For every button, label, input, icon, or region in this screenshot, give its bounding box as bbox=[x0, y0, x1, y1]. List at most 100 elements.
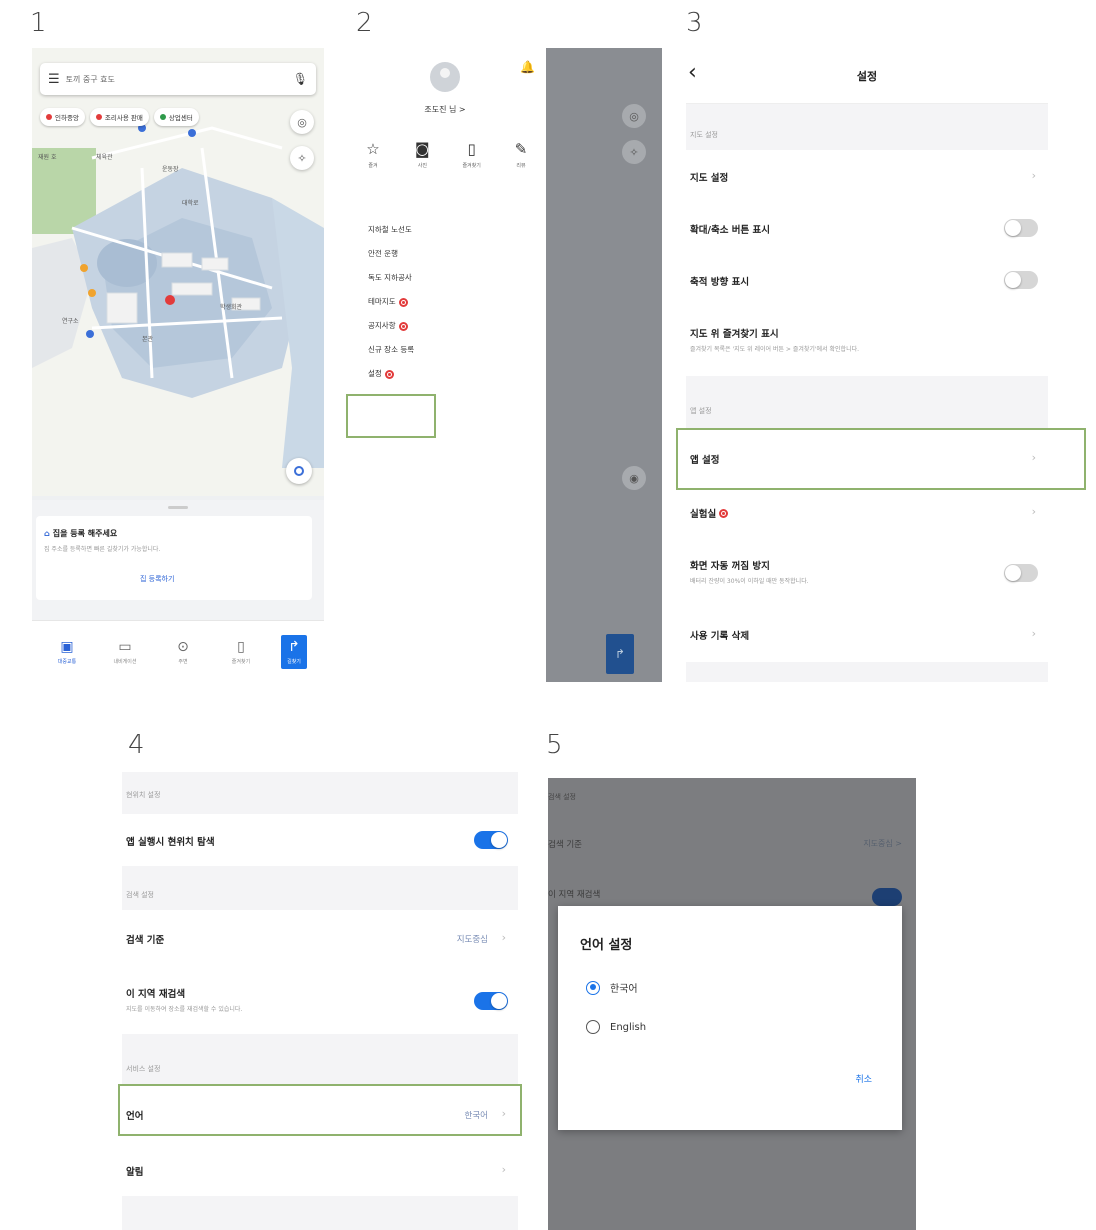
tab-directions[interactable]: ↱ 길찾기 bbox=[281, 634, 307, 669]
row-clear-history[interactable]: 사용 기록 삭제 › bbox=[686, 606, 1048, 662]
quick-item-bookmark[interactable]: ▯ 즐겨찾기 bbox=[457, 140, 487, 169]
dim-row-value: 지도중심 > bbox=[863, 839, 902, 848]
quick-label: 즐겨 bbox=[368, 163, 378, 169]
menu-item-construction[interactable]: 독도 지하공사 bbox=[368, 266, 414, 290]
quick-label: 사진 bbox=[417, 163, 427, 169]
quick-item-review[interactable]: ✎ 리뷰 bbox=[506, 140, 536, 169]
tab-label: 길찾기 bbox=[287, 658, 301, 665]
section-header-location: 현위치 설정 bbox=[122, 772, 518, 814]
chevron-right-icon: › bbox=[1031, 169, 1036, 182]
menu-icon[interactable]: ☰ bbox=[48, 72, 60, 87]
language-dialog: 언어 설정 한국어 English 취소 bbox=[558, 906, 902, 1130]
search-input[interactable]: 토끼 중구 효도 bbox=[66, 74, 293, 85]
section-header-map: 지도 설정 bbox=[686, 104, 1048, 150]
tab-transit[interactable]: ▣ 대중교통 bbox=[49, 639, 85, 665]
row-locate-on-launch: 앱 실행시 현위치 탐색 bbox=[122, 814, 518, 866]
row-search-basis[interactable]: 검색 기준 지도중심 › bbox=[122, 910, 518, 966]
chip-label: 인하중앙 bbox=[55, 114, 79, 122]
home-register-card: ⌂ 집을 등록 해주세요 집 주소를 등록하면 빠른 길찾기가 가능합니다. 집 … bbox=[36, 516, 312, 600]
sheet-handle[interactable] bbox=[168, 506, 188, 509]
step-number-2: 2 bbox=[356, 8, 373, 38]
tab-favorites[interactable]: ▯ 즐겨찾기 bbox=[223, 639, 259, 665]
quick-item-photo[interactable]: ◙ 사진 bbox=[407, 140, 437, 169]
row-label: 이 지역 재검색 bbox=[126, 989, 186, 1000]
menu-item-new-place[interactable]: 신규 장소 등록 bbox=[368, 338, 414, 362]
dimmed-map[interactable]: ◎ ✧ ◉ bbox=[546, 48, 662, 682]
chevron-right-icon: › bbox=[1031, 505, 1036, 518]
radio-unselected-icon[interactable] bbox=[586, 1020, 600, 1034]
route-icon: ↱ bbox=[288, 638, 300, 655]
dim-row-label: 검색 기준 bbox=[548, 840, 582, 850]
locate-on-launch-toggle[interactable] bbox=[474, 831, 508, 849]
bookmark-icon: ▯ bbox=[467, 140, 476, 158]
avatar[interactable] bbox=[430, 62, 460, 92]
menu-item-theme-map[interactable]: 테마지도 bbox=[368, 290, 414, 314]
dim-row-label: 이 지역 재검색 bbox=[548, 890, 601, 900]
row-notifications[interactable]: 알림 › bbox=[122, 1144, 518, 1196]
category-chip[interactable]: 상업센터 bbox=[153, 108, 199, 126]
section-divider bbox=[686, 662, 1048, 682]
cancel-button[interactable]: 취소 bbox=[855, 1072, 872, 1085]
menu-item-settings[interactable]: 설정 bbox=[368, 362, 414, 386]
tab-label: 즐겨찾기 bbox=[231, 658, 251, 665]
quick-label: 즐겨찾기 bbox=[462, 163, 481, 169]
radio-selected-icon[interactable] bbox=[586, 980, 600, 995]
screen-keep-on-toggle[interactable] bbox=[1004, 564, 1038, 582]
category-chip[interactable]: 조리사용 판매 bbox=[89, 108, 149, 126]
option-label: 한국어 bbox=[610, 984, 638, 995]
menu-item-label: 설정 bbox=[368, 369, 382, 378]
location-icon: ◉ bbox=[622, 466, 646, 490]
menu-item-label: 독도 지하공사 bbox=[368, 273, 412, 282]
my-location-button[interactable] bbox=[286, 458, 312, 484]
section-divider bbox=[122, 1196, 518, 1230]
microphone-icon[interactable]: 🎙 bbox=[293, 72, 308, 86]
row-map-settings[interactable]: 지도 설정 › bbox=[686, 150, 1048, 202]
menu-item-notice[interactable]: 공지사항 bbox=[368, 314, 414, 338]
option-korean[interactable]: 한국어 bbox=[586, 980, 638, 995]
card-title-text: 집을 등록 해주세요 bbox=[52, 529, 118, 538]
bottom-tab-bar: ▣ 대중교통 ▭ 내비게이션 ⊙ 주변 ▯ 즐겨찾기 ↱ 길찾기 bbox=[32, 620, 324, 682]
tab-label: 주변 bbox=[178, 658, 188, 665]
search-bar[interactable]: ☰ 토끼 중구 효도 🎙 bbox=[40, 63, 316, 95]
location-icon bbox=[294, 466, 304, 476]
category-chips: 인하중앙 조리사용 판매 상업센터 bbox=[40, 108, 199, 126]
row-favorites-on-map[interactable]: 지도 위 즐겨찾기 표시 즐겨찾기 목록은 '지도 위 레이어 버튼 > 즐겨찾… bbox=[686, 306, 1048, 376]
category-chip[interactable]: 인하중앙 bbox=[40, 108, 85, 126]
highlight-language-row bbox=[118, 1084, 522, 1136]
user-name[interactable]: 조도진 님 > bbox=[344, 104, 546, 115]
research-area-toggle[interactable] bbox=[474, 992, 508, 1010]
row-lab[interactable]: 실험실 › bbox=[686, 488, 1048, 538]
top-bar: ‹ 설정 bbox=[686, 48, 1048, 104]
zoom-buttons-toggle[interactable] bbox=[1004, 219, 1038, 237]
dim-section-header: 검색 설정 bbox=[548, 793, 576, 801]
menu-item-label: 안전 운행 bbox=[368, 249, 398, 258]
step-number-5: 5 bbox=[546, 730, 563, 760]
layers-icon: ◎ bbox=[622, 104, 646, 128]
highlight-settings-menu bbox=[346, 394, 436, 438]
section-header-search: 검색 설정 bbox=[122, 866, 518, 910]
map-view[interactable]: 재원 호 체육관 운동장 대학로 본관 학생회관 연구소 ☰ 토끼 중구 효도 … bbox=[32, 48, 324, 496]
chip-label: 조리사용 판매 bbox=[104, 114, 143, 122]
menu-item-safe-driving[interactable]: 안전 운행 bbox=[368, 242, 414, 266]
option-english[interactable]: English bbox=[586, 1020, 646, 1034]
layers-icon[interactable]: ◎ bbox=[290, 110, 314, 134]
menu-item-subway-map[interactable]: 지하철 노선도 bbox=[368, 218, 414, 242]
pin-icon bbox=[46, 114, 52, 120]
map-screen: 재원 호 체육관 운동장 대학로 본관 학생회관 연구소 ☰ 토끼 중구 효도 … bbox=[32, 48, 324, 682]
settings-screen: ‹ 설정 지도 설정 지도 설정 › 확대/축소 버튼 표시 축적 방향 표시 … bbox=[686, 48, 1048, 682]
quick-label: 리뷰 bbox=[516, 163, 526, 169]
compass-icon[interactable]: ✧ bbox=[290, 146, 314, 170]
dialog-title: 언어 설정 bbox=[580, 938, 633, 953]
register-home-button[interactable]: 집 등록하기 bbox=[140, 574, 174, 584]
app-settings-screen: 현위치 설정 앱 실행시 현위치 탐색 검색 설정 검색 기준 지도중심 › 이… bbox=[122, 772, 518, 1230]
menu-item-label: 공지사항 bbox=[368, 321, 396, 330]
quick-item-star[interactable]: ☆ 즐겨 bbox=[358, 140, 388, 169]
bell-icon[interactable]: 🔔 bbox=[520, 60, 535, 74]
dim-toggle bbox=[872, 888, 902, 906]
tab-navigation[interactable]: ▭ 내비게이션 bbox=[107, 639, 143, 665]
row-zoom-buttons: 확대/축소 버튼 표시 bbox=[686, 202, 1048, 254]
new-badge-icon bbox=[398, 297, 408, 307]
new-badge-icon bbox=[398, 321, 408, 331]
tab-nearby[interactable]: ⊙ 주변 bbox=[165, 639, 201, 665]
scale-direction-toggle[interactable] bbox=[1004, 271, 1038, 289]
